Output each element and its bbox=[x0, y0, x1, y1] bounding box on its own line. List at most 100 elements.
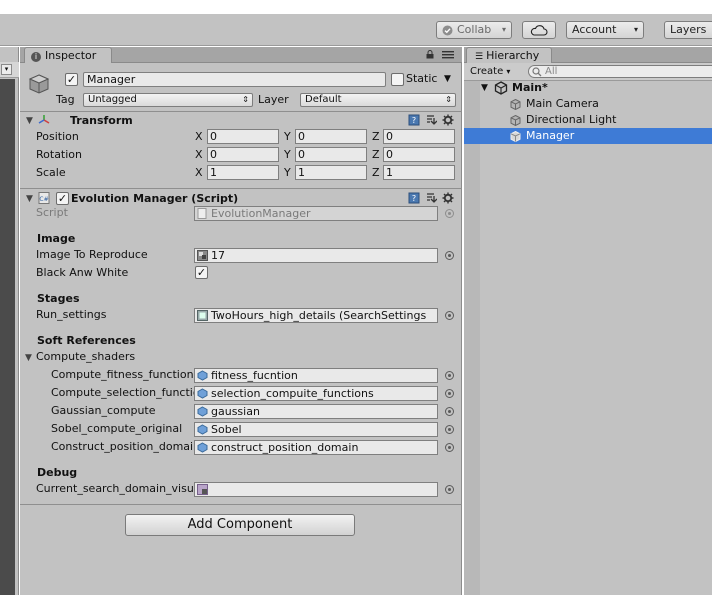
chevron-down-icon: ▾ bbox=[501, 25, 506, 34]
compute-shader-icon bbox=[197, 370, 208, 381]
rotation-x-field[interactable]: 0 bbox=[207, 147, 279, 162]
shader-label-clip: Compute_fitness_function bbox=[51, 368, 194, 383]
tab-inspector-label: Inspector bbox=[45, 49, 97, 62]
script-foldout-icon[interactable]: ▼ bbox=[26, 194, 33, 204]
preset-icon[interactable] bbox=[425, 114, 437, 126]
shader-label-clip: Compute_selection_functions bbox=[51, 386, 194, 401]
add-component-button[interactable]: Add Component bbox=[125, 514, 355, 536]
compute-shader-icon bbox=[197, 442, 208, 453]
position-z-field[interactable]: 0 bbox=[383, 129, 455, 144]
object-picker-icon[interactable] bbox=[445, 407, 454, 416]
shader-4-field[interactable]: construct_position_domain bbox=[194, 440, 438, 455]
menu-icon[interactable] bbox=[442, 50, 454, 59]
scene-foldout-icon[interactable]: ▼ bbox=[481, 80, 488, 96]
static-dropdown-icon[interactable]: ▼ bbox=[444, 72, 451, 86]
cloud-button[interactable] bbox=[522, 21, 556, 39]
divider bbox=[20, 504, 462, 505]
image-to-reproduce-field[interactable]: 17 bbox=[194, 248, 438, 263]
shader-1-value: selection_compuite_functions bbox=[211, 387, 374, 400]
object-picker-icon[interactable] bbox=[445, 485, 454, 494]
axis-y-label: Y bbox=[284, 130, 291, 143]
shader-0-field[interactable]: fitness_fucntion bbox=[194, 368, 438, 383]
scene-row[interactable]: ▼ Main* bbox=[464, 80, 712, 96]
script-field-label: Script bbox=[36, 206, 68, 219]
tag-label: Tag bbox=[56, 93, 75, 106]
position-label: Position bbox=[36, 130, 79, 143]
scale-z-field[interactable]: 1 bbox=[383, 165, 455, 180]
help-book-icon[interactable]: ? bbox=[408, 114, 420, 126]
run-settings-field[interactable]: TwoHours_high_details (SearchSettings bbox=[194, 308, 438, 323]
preset-icon[interactable] bbox=[425, 192, 437, 204]
hierarchy-item-main-camera[interactable]: Main Camera bbox=[464, 96, 712, 112]
transform-header-icons: ? bbox=[408, 114, 458, 126]
position-x-field[interactable]: 0 bbox=[207, 129, 279, 144]
object-name-field[interactable]: Manager bbox=[83, 72, 386, 87]
gameobject-cube-icon bbox=[510, 115, 521, 126]
unity-scene-icon bbox=[494, 81, 508, 95]
layer-dropdown[interactable]: Default ⇕ bbox=[300, 93, 456, 107]
shader-3-field[interactable]: Sobel bbox=[194, 422, 438, 437]
lock-icon[interactable] bbox=[426, 50, 434, 59]
render-texture-icon bbox=[197, 484, 208, 495]
svg-text:?: ? bbox=[412, 116, 416, 125]
left-panel-content bbox=[0, 79, 15, 595]
image-to-reproduce-label: Image To Reproduce bbox=[36, 248, 148, 261]
current-search-domain-field[interactable] bbox=[194, 482, 438, 497]
layers-button[interactable]: Layers bbox=[664, 21, 712, 39]
tag-dropdown[interactable]: Untagged ⇕ bbox=[83, 93, 253, 107]
tab-hierarchy[interactable]: ☰ Hierarchy bbox=[466, 47, 552, 63]
collab-button[interactable]: Collab ▾ bbox=[436, 21, 512, 39]
script-reference-value: EvolutionManager bbox=[211, 207, 311, 220]
object-picker-icon[interactable] bbox=[445, 443, 454, 452]
scene-name: Main* bbox=[512, 81, 548, 94]
object-picker-icon[interactable] bbox=[445, 425, 454, 434]
transform-foldout-icon[interactable]: ▼ bbox=[26, 116, 33, 126]
scale-label: Scale bbox=[36, 166, 66, 179]
tab-inspector[interactable]: i Inspector bbox=[24, 47, 112, 63]
gear-icon[interactable] bbox=[442, 192, 454, 204]
script-file-icon bbox=[197, 208, 207, 219]
black-and-white-checkbox[interactable]: ✓ bbox=[195, 266, 208, 279]
compute-shaders-foldout-icon[interactable]: ▼ bbox=[25, 353, 32, 363]
shader-label-clip: Construct_position_domain bbox=[51, 440, 194, 455]
create-dropdown[interactable]: Create ▾ bbox=[470, 65, 510, 78]
object-picker-icon[interactable] bbox=[445, 389, 454, 398]
csharp-script-icon: C# bbox=[38, 192, 50, 204]
rotation-y-field[interactable]: 0 bbox=[295, 147, 367, 162]
position-y-field[interactable]: 0 bbox=[295, 129, 367, 144]
search-placeholder: All bbox=[545, 66, 558, 77]
gear-icon[interactable] bbox=[442, 114, 454, 126]
active-checkbox[interactable]: ✓ bbox=[65, 73, 78, 86]
dropdown-icon[interactable]: ▾ bbox=[1, 64, 12, 75]
cloud-icon bbox=[530, 25, 548, 36]
create-label: Create bbox=[470, 66, 504, 77]
help-book-icon[interactable]: ? bbox=[408, 192, 420, 204]
axis-z-label: Z bbox=[372, 130, 380, 143]
account-button[interactable]: Account ▾ bbox=[566, 21, 644, 39]
black-and-white-label: Black Anw White bbox=[36, 266, 129, 279]
layer-label: Layer bbox=[258, 93, 289, 106]
static-checkbox[interactable] bbox=[391, 73, 404, 86]
object-picker-icon[interactable] bbox=[445, 311, 454, 320]
axis-x-label: X bbox=[195, 148, 203, 161]
hierarchy-search-input[interactable]: All bbox=[528, 65, 712, 78]
rotation-z-field[interactable]: 0 bbox=[383, 147, 455, 162]
shader-0-value: fitness_fucntion bbox=[211, 369, 298, 382]
shader-2-label: Gaussian_compute bbox=[51, 404, 156, 417]
shader-label-clip: Sobel_compute_original bbox=[51, 422, 194, 437]
current-search-label-clip: Current_search_domain_visualization bbox=[36, 482, 194, 497]
scale-y-field[interactable]: 1 bbox=[295, 165, 367, 180]
axis-z-label: Z bbox=[372, 166, 380, 179]
gameobject-cube-icon bbox=[510, 99, 521, 110]
shader-1-field[interactable]: selection_compuite_functions bbox=[194, 386, 438, 401]
updown-icon: ⇕ bbox=[445, 95, 452, 104]
script-enabled-checkbox[interactable]: ✓ bbox=[56, 192, 69, 205]
object-picker-icon[interactable] bbox=[445, 371, 454, 380]
scale-x-field[interactable]: 1 bbox=[207, 165, 279, 180]
shader-2-field[interactable]: gaussian bbox=[194, 404, 438, 419]
object-picker-icon[interactable] bbox=[445, 251, 454, 260]
hierarchy-item-manager[interactable]: Manager bbox=[464, 128, 712, 144]
hierarchy-item-label: Directional Light bbox=[526, 113, 617, 126]
hierarchy-item-directional-light[interactable]: Directional Light bbox=[464, 112, 712, 128]
object-picker-icon bbox=[445, 209, 454, 218]
